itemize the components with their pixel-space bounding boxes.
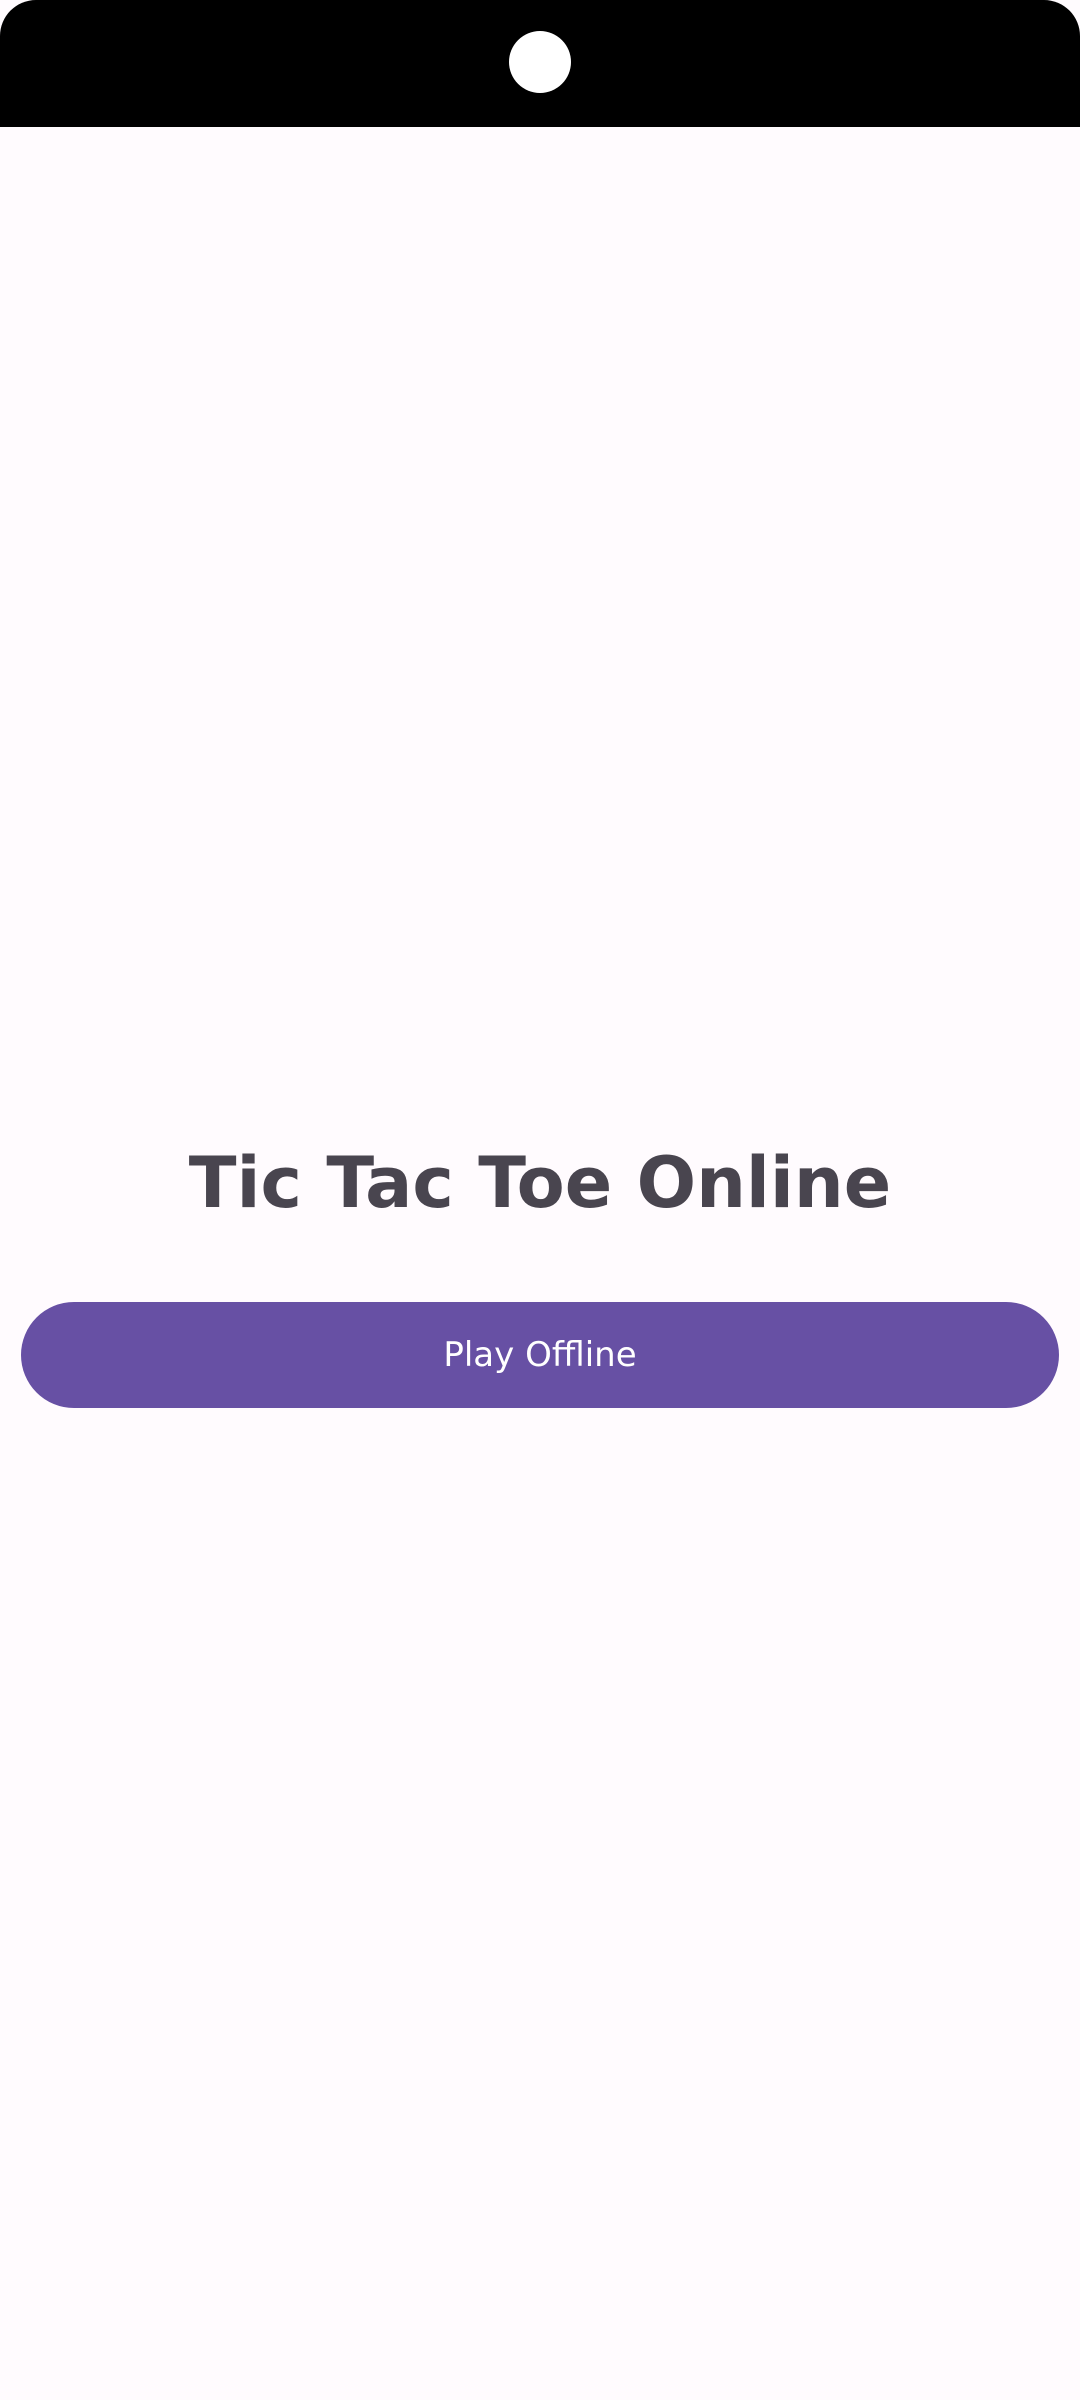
page-title: Tic Tac Toe Online xyxy=(188,1142,892,1224)
camera-cutout-icon xyxy=(509,31,571,93)
play-offline-button[interactable]: Play Offline xyxy=(21,1302,1059,1408)
main-content xyxy=(0,127,1080,2400)
app-screen: Tic Tac Toe Online Play Offline xyxy=(0,0,1080,2400)
status-bar xyxy=(0,0,1080,127)
